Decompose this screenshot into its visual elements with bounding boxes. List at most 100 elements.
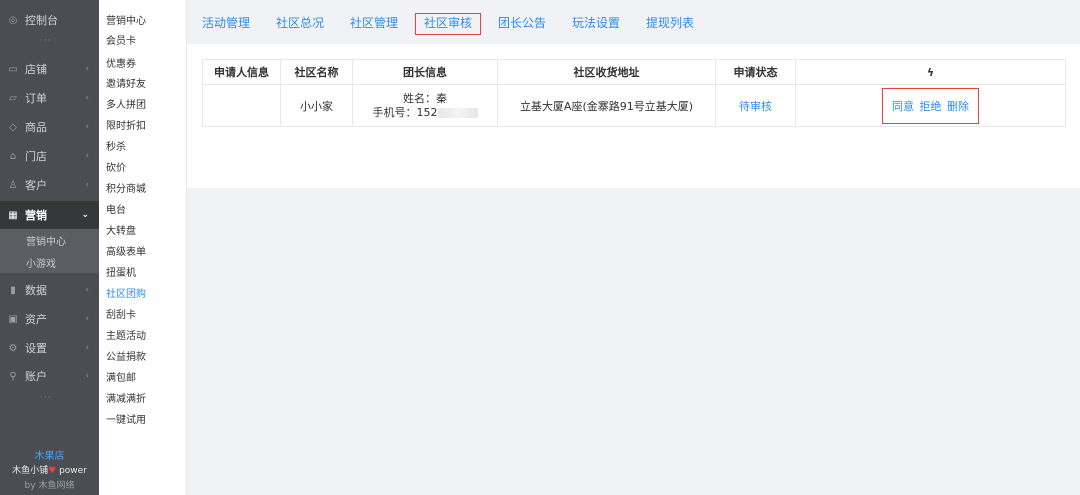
- submenu-item[interactable]: 扭蛋机: [106, 264, 136, 279]
- column-header-community: 社区名称: [280, 59, 353, 85]
- column-header-applicant: 申请人信息: [202, 59, 281, 85]
- sidebar-item-shops[interactable]: ⌂ 门店 ‹: [0, 144, 99, 168]
- main-sidebar: ◎ 控制台 ··· ▭ 店铺 ‹ ▱ 订单 ‹ ◇ 商品 ‹ ⌂ 门店 ‹ ♙ …: [0, 0, 99, 495]
- leader-phone-line: 手机号：152: [353, 106, 497, 120]
- leader-name: 姓名：秦: [403, 91, 447, 105]
- shop-icon: ⌂: [9, 150, 17, 162]
- delete-button[interactable]: 删除: [947, 100, 969, 113]
- order-icon: ▱: [9, 92, 17, 104]
- cell-community: 小小家: [280, 84, 353, 127]
- dashboard-icon: ◎: [8, 14, 18, 26]
- tab-withdraw-list[interactable]: 提现列表: [646, 13, 694, 35]
- sidebar-item-data[interactable]: ▮ 数据 ‹: [0, 278, 99, 302]
- review-table: 申请人信息 社区名称 团长信息 社区收货地址 申请状态 ϟ 小小家 姓名：秦 手…: [202, 59, 1066, 127]
- brand-power: 木鱼小铺♥ power: [0, 463, 99, 476]
- submenu-item[interactable]: 高级表单: [106, 243, 146, 258]
- account-icon: ⚲: [9, 370, 17, 382]
- chevron-left-icon: ‹: [85, 285, 89, 295]
- cell-applicant: [202, 84, 281, 127]
- submenu-item[interactable]: 满减满折: [106, 390, 146, 405]
- customer-icon: ♙: [8, 179, 18, 191]
- brand-by: by 木鱼网络: [24, 481, 75, 491]
- redacted-phone: [437, 107, 478, 118]
- submenu-item[interactable]: 大转盘: [106, 222, 136, 237]
- sidebar-item-label: 设置: [25, 342, 47, 355]
- brand-power-prefix: 木鱼小铺: [12, 466, 49, 476]
- content-panel: 申请人信息 社区名称 团长信息 社区收货地址 申请状态 ϟ 小小家 姓名：秦 手…: [187, 44, 1080, 188]
- sidebar-item-dashboard[interactable]: ◎ 控制台: [0, 8, 99, 32]
- chevron-left-icon: ‹: [85, 64, 89, 74]
- chevron-left-icon: ‹: [85, 180, 89, 190]
- data-icon: ▮: [10, 284, 16, 296]
- chevron-left-icon: ‹: [85, 314, 89, 324]
- sidebar-item-label: 账户: [25, 370, 47, 383]
- submenu-item[interactable]: 积分商城: [106, 180, 146, 195]
- leader-phone: 手机号：152: [372, 105, 438, 119]
- sidebar-item-goods[interactable]: ◇ 商品 ‹: [0, 115, 99, 139]
- reject-button[interactable]: 拒绝: [920, 100, 942, 113]
- tab-community-overview[interactable]: 社区总况: [276, 13, 324, 35]
- marketing-icon: ▦: [8, 209, 18, 221]
- sidebar-item-label: 订单: [25, 92, 47, 105]
- submenu-item[interactable]: 多人拼团: [106, 96, 146, 111]
- sidebar-item-settings[interactable]: ⚙ 设置 ‹: [0, 336, 99, 360]
- column-header-address: 社区收货地址: [497, 59, 716, 85]
- sidebar-subitem-marketing-center[interactable]: 营销中心: [0, 229, 99, 251]
- tab-community-review[interactable]: 社区审核: [415, 13, 482, 35]
- tab-activity-management[interactable]: 活动管理: [202, 13, 250, 35]
- submenu-item[interactable]: 秒杀: [106, 138, 126, 153]
- approve-button[interactable]: 同意: [892, 100, 914, 113]
- assets-icon: ▣: [8, 313, 18, 325]
- chevron-left-icon: ‹: [85, 343, 89, 353]
- submenu-item[interactable]: 电台: [106, 201, 126, 216]
- submenu-item[interactable]: 一键试用: [106, 411, 146, 426]
- tab-gameplay-settings[interactable]: 玩法设置: [572, 13, 620, 35]
- sidebar-divider-dots: ···: [40, 393, 52, 403]
- marketing-submenu: 营销中心 会员卡 优惠券 邀请好友 多人拼团 限时折扣 秒杀 砍价 积分商城 电…: [99, 0, 187, 495]
- submenu-item[interactable]: 优惠券: [106, 55, 136, 70]
- chevron-left-icon: ‹: [85, 151, 89, 161]
- sidebar-item-label: 门店: [25, 150, 47, 163]
- sidebar-item-account[interactable]: ⚲ 账户 ‹: [0, 364, 99, 388]
- status-pending[interactable]: 待审核: [739, 100, 772, 113]
- sidebar-item-store[interactable]: ▭ 店铺 ‹: [0, 57, 99, 81]
- submenu-item[interactable]: 刮刮卡: [106, 306, 136, 321]
- column-header-leader: 团长信息: [352, 59, 498, 85]
- lightning-icon: ϟ: [926, 65, 935, 79]
- sidebar-item-label: 营销: [25, 209, 47, 222]
- sidebar-subitem-mini-games[interactable]: 小游戏: [0, 251, 99, 273]
- settings-icon: ⚙: [8, 342, 18, 354]
- sidebar-item-label: 店铺: [25, 63, 47, 76]
- cell-status: 待审核: [715, 84, 796, 127]
- heart-icon: ♥: [48, 466, 57, 476]
- submenu-item[interactable]: 营销中心: [106, 12, 146, 27]
- submenu-item-community-group-buy[interactable]: 社区团购: [106, 285, 146, 300]
- top-tabs: 活动管理 社区总况 社区管理 社区审核 团长公告 玩法设置 提现列表: [187, 0, 1080, 44]
- cell-actions: 同意 拒绝 删除: [795, 84, 1066, 127]
- cell-leader: 姓名：秦 手机号：152: [352, 84, 498, 127]
- actions-group: 同意 拒绝 删除: [882, 87, 979, 124]
- sidebar-item-customers[interactable]: ♙ 客户 ‹: [0, 173, 99, 197]
- sidebar-item-assets[interactable]: ▣ 资产 ‹: [0, 307, 99, 331]
- sidebar-item-label: 数据: [25, 284, 47, 297]
- sidebar-item-label: 控制台: [25, 14, 58, 27]
- submenu-item[interactable]: 限时折扣: [106, 117, 146, 132]
- chevron-left-icon: ‹: [85, 93, 89, 103]
- tab-community-management[interactable]: 社区管理: [350, 13, 398, 35]
- chevron-left-icon: ‹: [85, 371, 89, 381]
- submenu-item[interactable]: 邀请好友: [106, 75, 146, 90]
- sidebar-item-label: 商品: [25, 121, 47, 134]
- tab-leader-notice[interactable]: 团长公告: [498, 13, 546, 35]
- submenu-item[interactable]: 会员卡: [106, 32, 136, 47]
- store-icon: ▭: [8, 63, 18, 75]
- submenu-item[interactable]: 主题活动: [106, 327, 146, 342]
- submenu-item[interactable]: 砍价: [106, 159, 126, 174]
- submenu-item[interactable]: 公益捐款: [106, 348, 146, 363]
- sidebar-item-orders[interactable]: ▱ 订单 ‹: [0, 86, 99, 110]
- sidebar-item-label: 客户: [25, 179, 47, 192]
- sidebar-item-label: 资产: [25, 313, 47, 326]
- sidebar-item-marketing[interactable]: ▦ 营销 ⌄: [0, 201, 99, 229]
- submenu-item[interactable]: 满包邮: [106, 369, 136, 384]
- cell-address: 立基大厦A座(金寨路91号立基大厦): [497, 84, 716, 127]
- brand-name: 木果店: [34, 451, 65, 462]
